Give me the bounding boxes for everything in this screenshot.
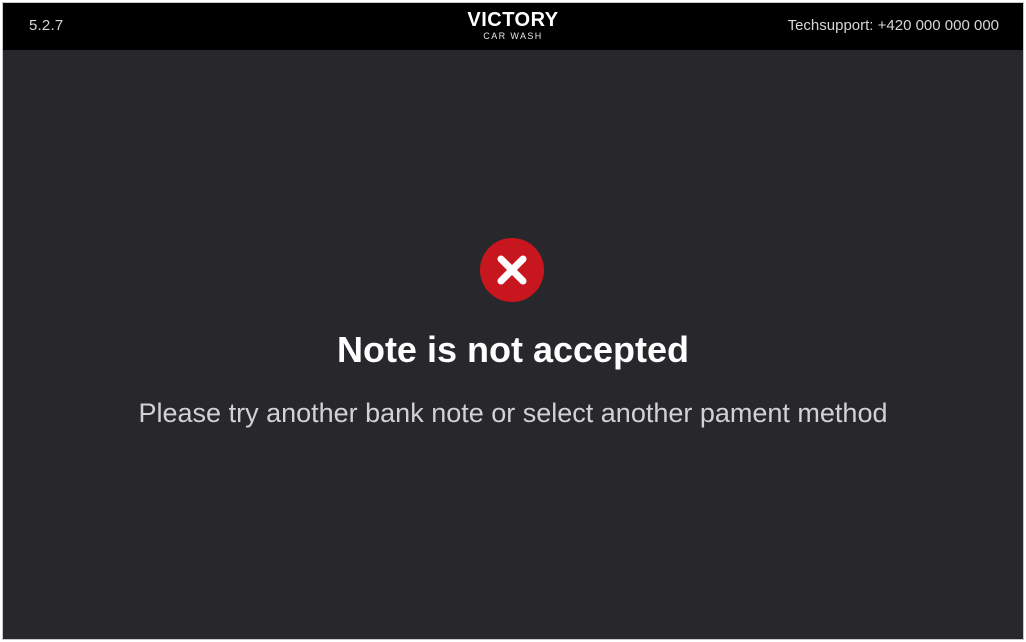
victory-car-wash-logo: VICTORY CAR WASH xyxy=(467,10,558,42)
logo-title: VICTORY xyxy=(467,9,559,31)
techsupport-label: Techsupport: +420 000 000 000 xyxy=(787,17,999,34)
top-bar: 5.2.7 VICTORY CAR WASH Techsupport: +420… xyxy=(3,3,1023,50)
close-x-icon xyxy=(480,238,544,302)
version-label: 5.2.7 xyxy=(29,17,64,34)
error-title: Note is not accepted xyxy=(336,329,690,370)
error-message: Please try another bank note or select a… xyxy=(138,398,888,428)
logo-subtitle: CAR WASH xyxy=(483,31,543,41)
error-dialog: Note is not accepted Please try another … xyxy=(3,50,1023,639)
kiosk-screen: 5.2.7 VICTORY CAR WASH Techsupport: +420… xyxy=(2,2,1024,640)
